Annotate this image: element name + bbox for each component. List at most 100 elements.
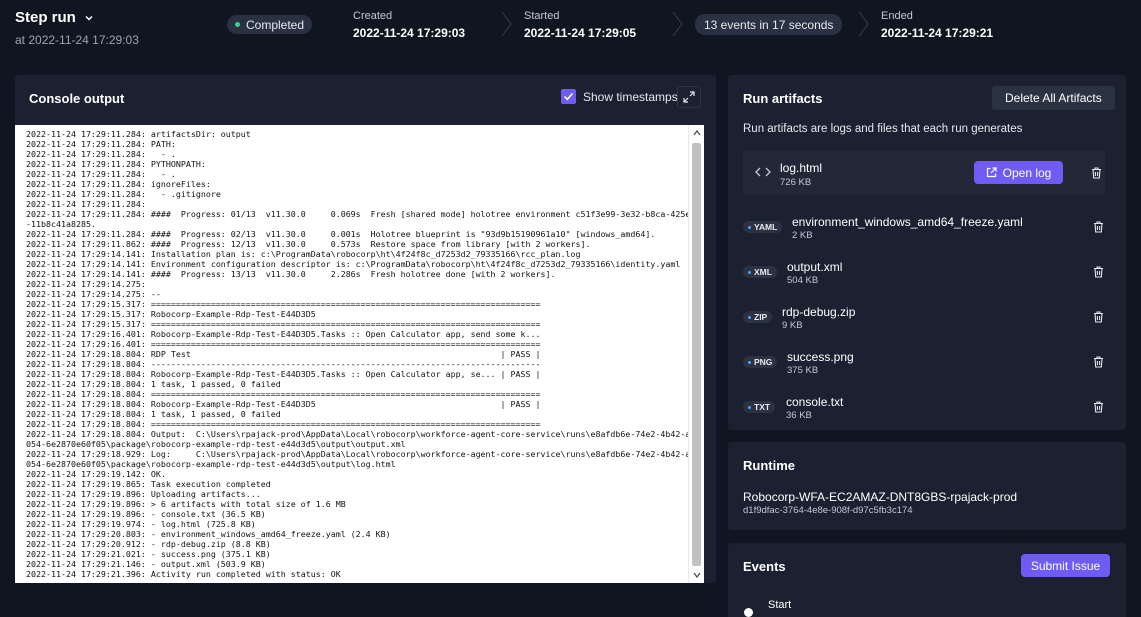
console-line: 2022-11-24 17:29:18.804: ---------------… [26,359,541,369]
ended-block: Ended 2022-11-24 17:29:21 [881,10,993,40]
file-type: XML [754,267,772,277]
file-type-badge: YAML [743,221,783,233]
scroll-up-icon[interactable] [693,129,701,137]
log-file-name: log.html [780,161,823,175]
timeline-dot-icon [744,608,753,617]
trash-icon[interactable] [1093,221,1104,233]
artifact-row[interactable]: ZIP rdp-debug.zip 9 KB [743,305,1113,339]
console-title: Console output [29,91,125,106]
console-scrollbar[interactable] [688,125,704,583]
file-type: PNG [754,357,773,367]
artifact-row[interactable]: XML output.xml 504 KB [743,260,1113,294]
artifact-name[interactable]: console.txt [786,395,843,409]
console-line: 2022-11-24 17:29:18.804: 1 task, 1 passe… [26,379,281,389]
console-line: 2022-11-24 17:29:11.284: PATH: [26,139,176,149]
event-start-label: Start [768,599,792,611]
console-line: 2022-11-24 17:29:18.804: Output: C:\User… [26,429,688,439]
console-line: 2022-11-24 17:29:20.912: - rdp-debug.zip… [26,539,271,549]
artifact-row[interactable]: TXT console.txt 36 KB [743,395,1113,429]
trash-icon[interactable] [1093,356,1104,368]
console-line: 2022-11-24 17:29:14.275: [26,279,146,289]
chevron-right-icon [858,11,869,37]
console-line: 2022-11-24 17:29:18.804: ===============… [26,419,541,429]
run-header: Step run at 2022-11-24 17:29:03 Complete… [0,0,1141,56]
file-type-dot-icon [748,270,751,274]
log-artifact-card: log.html 726 KB Open log [743,151,1105,195]
trash-icon[interactable] [1093,311,1104,323]
log-file-size: 726 KB [780,177,812,188]
trash-icon[interactable] [1091,167,1102,179]
console-line: 2022-11-24 17:29:19.974: - log.html (725… [26,519,256,529]
status-text: Completed [246,17,305,32]
show-timestamps-label[interactable]: Show timestamps [583,90,678,104]
console-line: 2022-11-24 17:29:18.804: 1 task, 1 passe… [26,409,281,419]
title-block: Step run at 2022-11-24 17:29:03 [15,9,139,47]
console-line: 2022-11-24 17:29:19.896: > 6 artifacts w… [26,499,346,509]
console-line: 2022-11-24 17:29:19.865: Task execution … [26,479,271,489]
chevron-down-icon[interactable] [84,13,94,23]
expand-console-button[interactable] [677,86,701,108]
started-block: Started 2022-11-24 17:29:05 [524,10,636,40]
chevron-right-icon [501,11,512,37]
page-subtitle: at 2022-11-24 17:29:03 [15,33,139,47]
artifact-name[interactable]: output.xml [787,260,842,274]
console-line: 054-6e2870e60f05\package\robocorp-exampl… [26,459,396,469]
artifacts-panel: Run artifacts Delete All Artifacts Run a… [728,75,1126,430]
runtime-title: Runtime [743,458,795,473]
console-output-area[interactable]: 2022-11-24 17:29:11.284: artifactsDir: o… [15,125,688,583]
console-line: 2022-11-24 17:29:11.862: #### Progress: … [26,239,591,249]
console-line: 2022-11-24 17:29:21.396: Activity run co… [26,569,341,579]
console-line: 2022-11-24 17:29:18.804: ===============… [26,389,541,399]
console-line: 2022-11-24 17:29:11.284: #### Progress: … [26,209,688,219]
console-line: 2022-11-24 17:29:18.804: RDP Test | PASS… [26,349,541,359]
console-line: 2022-11-24 17:29:11.284: PYTHONPATH: [26,159,206,169]
console-line: 2022-11-24 17:29:20.803: - environment_w… [26,529,391,539]
artifact-name[interactable]: rdp-debug.zip [782,305,855,319]
console-line: 2022-11-24 17:29:11.284: artifactsDir: o… [26,129,251,139]
scrollbar-thumb[interactable] [692,143,701,566]
submit-issue-button[interactable]: Submit Issue [1021,554,1110,577]
artifact-name[interactable]: environment_windows_amd64_freeze.yaml [792,215,1023,229]
delete-all-artifacts-button[interactable]: Delete All Artifacts [992,86,1115,110]
console-line: 2022-11-24 17:29:11.284: [26,199,146,209]
file-type-dot-icon [748,315,751,319]
console-line: -11b8c41a8285. [26,219,96,229]
artifact-row[interactable]: PNG success.png 375 KB [743,350,1113,384]
console-line: 2022-11-24 17:29:14.141: Environment con… [26,259,681,269]
console-line: 2022-11-24 17:29:19.896: Uploading artif… [26,489,261,499]
console-line: 2022-11-24 17:29:11.284: - . [26,149,176,159]
page-title-text: Step run [15,9,76,26]
external-link-icon [986,167,997,178]
artifact-row[interactable]: YAML environment_windows_amd64_freeze.ya… [743,215,1113,249]
events-panel: Events Submit Issue Start [728,543,1126,617]
console-line: 2022-11-24 17:29:11.284: - .gitignore [26,189,221,199]
file-type-dot-icon [748,360,751,364]
file-type: TXT [754,402,771,412]
file-type: YAML [754,222,778,232]
console-line: 2022-11-24 17:29:15.317: ===============… [26,319,541,329]
console-line: 2022-11-24 17:29:18.804: Robocorp-Exampl… [26,369,541,379]
ended-value: 2022-11-24 17:29:21 [881,26,994,40]
show-timestamps-checkbox[interactable] [561,89,576,104]
runtime-id: d1f9dfac-3764-4e8e-908f-d97c5fb3c174 [743,505,913,516]
trash-icon[interactable] [1093,266,1104,278]
open-log-button[interactable]: Open log [974,161,1063,184]
console-line: 2022-11-24 17:29:16.401: Robocorp-Exampl… [26,329,541,339]
created-label: Created [353,10,393,22]
trash-icon[interactable] [1093,401,1104,413]
console-line: 2022-11-24 17:29:14.141: Installation pl… [26,249,581,259]
file-type-dot-icon [748,225,751,229]
artifacts-description: Run artifacts are logs and files that ea… [743,123,1023,135]
file-type-dot-icon [748,405,751,409]
status-dot-icon [235,22,240,27]
file-type: ZIP [754,312,768,322]
artifact-name[interactable]: success.png [787,350,854,364]
created-value: 2022-11-24 17:29:03 [353,26,466,40]
artifact-size: 504 KB [787,275,819,286]
runtime-name: Robocorp-WFA-EC2AMAZ-DNT8GBS-rpajack-pro… [743,490,1018,504]
checkmark-icon [563,92,574,101]
events-summary-badge: 13 events in 17 seconds [695,14,843,35]
scroll-down-icon[interactable] [693,571,701,579]
page-title[interactable]: Step run [15,9,139,26]
file-type-badge: XML [743,266,777,278]
